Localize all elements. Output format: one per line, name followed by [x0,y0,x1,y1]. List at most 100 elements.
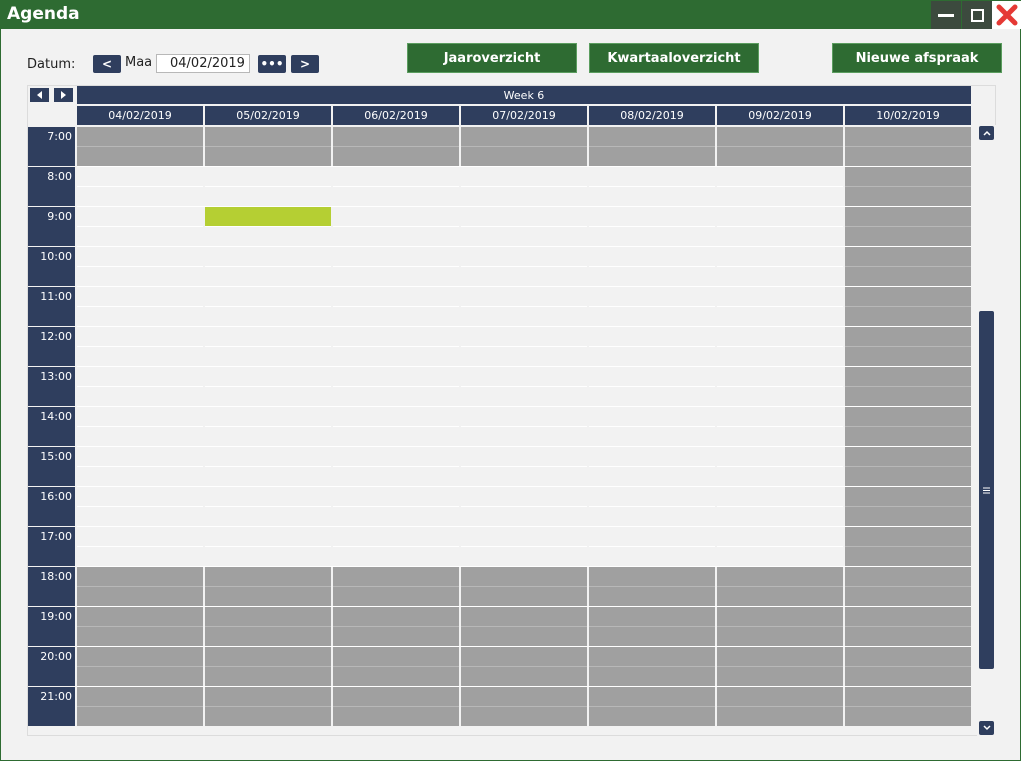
time-slot[interactable] [717,687,843,707]
time-slot[interactable] [845,307,971,326]
time-slot[interactable] [205,147,331,166]
new-appointment-button[interactable]: Nieuwe afspraak [832,43,1002,73]
time-slot[interactable] [205,387,331,406]
time-slot[interactable] [717,567,843,587]
time-slot[interactable] [845,367,971,387]
time-slot[interactable] [717,667,843,686]
time-slot[interactable] [77,367,203,387]
time-slot[interactable] [845,347,971,366]
time-slot[interactable] [333,527,459,547]
time-slot[interactable] [717,507,843,526]
time-slot[interactable] [589,427,715,446]
day-header[interactable]: 09/02/2019 [717,106,843,125]
minimize-button[interactable] [931,1,961,29]
time-slot[interactable] [77,467,203,486]
time-slot[interactable] [717,267,843,286]
time-slot[interactable] [717,367,843,387]
next-week-button[interactable] [54,88,73,102]
time-slot[interactable] [333,367,459,387]
time-slot[interactable] [205,587,331,606]
time-slot[interactable] [461,607,587,627]
time-slot[interactable] [333,447,459,467]
time-slot[interactable] [205,567,331,587]
time-slot[interactable] [333,347,459,366]
time-slot[interactable] [461,627,587,646]
time-slot[interactable] [77,527,203,547]
time-slot[interactable] [589,127,715,147]
time-slot[interactable] [461,587,587,606]
time-slot[interactable] [333,267,459,286]
time-slot[interactable] [461,567,587,587]
time-slot[interactable] [589,567,715,587]
time-slot[interactable] [205,467,331,486]
time-slot[interactable] [589,267,715,286]
time-slot[interactable] [845,447,971,467]
time-slot[interactable] [333,567,459,587]
time-slot[interactable] [205,707,331,726]
time-slot[interactable] [205,367,331,387]
time-slot[interactable] [205,507,331,526]
time-slot[interactable] [589,667,715,686]
time-slot[interactable] [77,647,203,667]
time-slot[interactable] [845,267,971,286]
time-slot[interactable] [845,567,971,587]
time-slot[interactable] [77,207,203,227]
time-slot[interactable] [333,227,459,246]
time-slot[interactable] [589,507,715,526]
time-slot[interactable] [589,207,715,227]
time-slot[interactable] [717,327,843,347]
time-slot[interactable] [205,307,331,326]
time-slot[interactable] [845,247,971,267]
time-slot[interactable] [717,447,843,467]
scroll-thumb[interactable] [979,311,994,669]
next-date-button[interactable]: > [291,55,319,73]
time-slot[interactable] [205,687,331,707]
time-slot[interactable] [589,527,715,547]
close-button[interactable] [992,1,1021,29]
day-header[interactable]: 07/02/2019 [461,106,587,125]
time-slot[interactable] [205,267,331,286]
time-slot[interactable] [77,547,203,566]
time-slot[interactable] [845,667,971,686]
time-slot[interactable] [717,527,843,547]
time-slot[interactable] [845,407,971,427]
time-slot[interactable] [461,247,587,267]
time-slot[interactable] [717,147,843,166]
time-slot[interactable] [461,287,587,307]
time-slot[interactable] [717,167,843,187]
time-slot[interactable] [461,647,587,667]
time-slot[interactable] [77,507,203,526]
time-slot[interactable] [589,227,715,246]
time-slot[interactable] [845,227,971,246]
time-slot[interactable] [589,687,715,707]
time-slot[interactable] [589,607,715,627]
time-slot[interactable] [333,247,459,267]
time-slot[interactable] [461,227,587,246]
date-picker-button[interactable]: ••• [258,55,286,73]
time-slot[interactable] [205,327,331,347]
time-slot[interactable] [717,647,843,667]
time-slot[interactable] [205,247,331,267]
time-slot[interactable] [461,667,587,686]
time-slot[interactable] [589,187,715,206]
time-slot[interactable] [461,507,587,526]
time-slot[interactable] [205,447,331,467]
time-slot[interactable] [333,487,459,507]
time-slot[interactable] [77,327,203,347]
time-slot[interactable] [205,627,331,646]
time-slot[interactable] [589,467,715,486]
date-input[interactable]: 04/02/2019 [156,54,250,73]
time-slot[interactable] [717,627,843,646]
time-slot[interactable] [333,587,459,606]
year-overview-button[interactable]: Jaaroverzicht [407,43,577,73]
time-slot[interactable] [77,687,203,707]
appointment-event[interactable] [205,207,331,226]
time-slot[interactable] [845,547,971,566]
time-slot[interactable] [461,327,587,347]
time-slot[interactable] [461,307,587,326]
time-slot[interactable] [845,487,971,507]
time-slot[interactable] [77,667,203,686]
time-slot[interactable] [717,707,843,726]
time-slot[interactable] [589,167,715,187]
time-slot[interactable] [717,127,843,147]
